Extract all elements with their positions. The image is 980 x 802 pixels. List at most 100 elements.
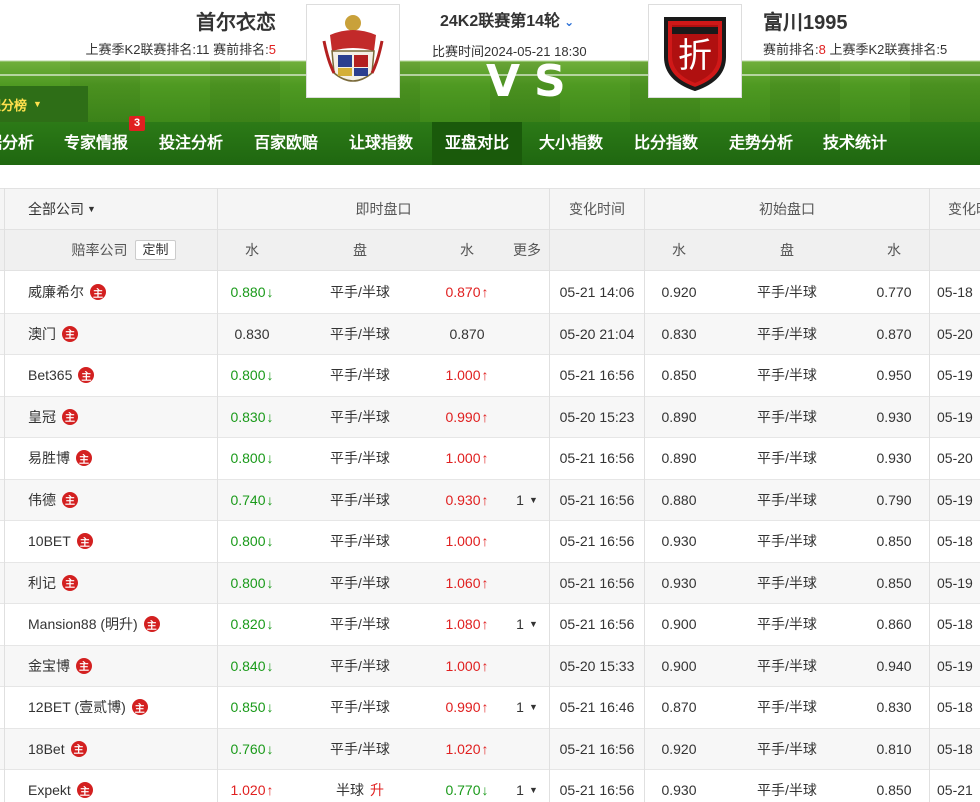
company-name-cell[interactable]: Bet365 主 [28,355,95,396]
live-water1[interactable]: 0.800 ↓ [218,355,286,396]
live-water1[interactable]: 0.800 ↓ [218,438,286,479]
live-water2[interactable]: 0.990 ↑ [430,397,504,438]
live-water1[interactable]: 0.840 ↓ [218,646,286,687]
live-water1[interactable]: 0.820 ↓ [218,604,286,645]
live-handicap[interactable]: 平手/半球 [300,397,420,438]
table-row[interactable]: 伟德主 0.740 ↓ 平手/半球 0.930 ↑ 1 ▼ 05-21 16:56 0.880 平手… [0,479,980,521]
company-name[interactable]: Mansion88 (明升) [28,614,138,634]
live-handicap[interactable]: 平手/半球 [300,480,420,521]
live-water2[interactable]: 1.000 ↑ [430,521,504,562]
live-water1[interactable]: 0.880 ↓ [218,272,286,313]
tab-asian-handicap[interactable]: 亚盘对比 [432,122,522,165]
table-row[interactable]: Mansion88 (明升) 主 0.820 ↓ 平手/半球 1.080 ↑ 1 ▼ 05-21 … [0,604,980,646]
company-name[interactable]: 12BET (壹贰博) [28,697,126,717]
company-name-cell[interactable]: 12BET (壹贰博) 主 [28,687,148,728]
company-name-cell[interactable]: 澳门主 [28,314,78,355]
table-row[interactable]: 18Bet 主 0.760 ↓ 平手/半球 1.020 ↑ 05-21 16:56 0.920 平… [0,728,980,770]
live-handicap[interactable]: 平手/半球 [300,521,420,562]
company-name-cell[interactable]: 易胜博主 [28,438,92,479]
company-name-cell[interactable]: Expekt 主 [28,770,93,802]
company-name-cell[interactable]: 威廉希尔主 [28,272,106,313]
company-name[interactable]: 皇冠 [28,407,56,427]
home-team-name[interactable]: 首尔衣恋 [196,6,276,35]
live-handicap[interactable]: 平手/半球 [300,438,420,479]
more-dropdown[interactable]: 1 ▼ [505,604,549,645]
company-name[interactable]: 10BET [28,533,71,549]
company-name[interactable]: 18Bet [28,741,65,757]
table-row[interactable]: 澳门主 0.830 平手/半球 0.870 05-20 21:04 0.830 平手/半球 0… [0,313,980,355]
company-name[interactable]: 伟德 [28,490,56,510]
live-water2[interactable]: 1.080 ↑ [430,604,504,645]
table-row[interactable]: 易胜博主 0.800 ↓ 平手/半球 1.000 ↑ 05-21 16:56 0.890 平手/… [0,438,980,480]
live-water2[interactable]: 0.930 ↑ [430,480,504,521]
tab-data-analysis[interactable]: 数据分析 [0,122,34,165]
tab-score-index[interactable]: 比分指数 [634,122,698,165]
table-row[interactable]: 皇冠主 0.830 ↓ 平手/半球 0.990 ↑ 05-20 15:23 0.890 平手/半… [0,396,980,438]
table-row[interactable]: 10BET 主 0.800 ↓ 平手/半球 1.000 ↑ 05-21 16:56 0.930 平… [0,521,980,563]
live-handicap[interactable]: 平手/半球 [300,687,420,728]
live-water1[interactable]: 0.800 ↓ [218,521,286,562]
company-name-cell[interactable]: 金宝博主 [28,646,92,687]
table-row[interactable]: 12BET (壹贰博) 主 0.850 ↓ 平手/半球 0.990 ↑ 1 ▼ 05-21 16:… [0,687,980,729]
tab-european-odds[interactable]: 百家欧赔 [254,122,318,165]
standings-tab[interactable]: 积分榜 ▼ [0,86,88,122]
company-name[interactable]: Bet365 [28,367,72,383]
away-team-logo[interactable]: 折 [648,4,742,98]
live-handicap[interactable]: 平手/半球 [300,355,420,396]
table-row[interactable]: Expekt 主 1.020 ↑ 半球升 0.770 ↓ 1 ▼ 05-21 16:56 0.930… [0,770,980,802]
company-name-cell[interactable]: 18Bet 主 [28,729,87,770]
table-row[interactable]: 金宝博主 0.840 ↓ 平手/半球 1.000 ↑ 05-20 15:33 0.900 平手/… [0,645,980,687]
company-name[interactable]: Expekt [28,782,71,798]
company-name-cell[interactable]: 10BET 主 [28,521,93,562]
customize-button[interactable]: 定制 [135,240,176,260]
live-handicap[interactable]: 平手/半球 [300,604,420,645]
company-filter-dropdown[interactable]: 全部公司 ▼ [0,189,217,229]
live-water2[interactable]: 1.000 ↑ [430,355,504,396]
more-dropdown[interactable]: 1 ▼ [505,687,549,728]
tab-tech-stats[interactable]: 技术统计 [823,122,887,165]
company-name-cell[interactable]: 伟德主 [28,480,78,521]
live-water2[interactable]: 1.000 ↑ [430,646,504,687]
live-water2[interactable]: 1.000 ↑ [430,438,504,479]
more-dropdown[interactable]: 1 ▼ [505,480,549,521]
tab-handicap-index[interactable]: 让球指数 [349,122,413,165]
company-name[interactable]: 澳门 [28,324,56,344]
company-name-cell[interactable]: 皇冠主 [28,397,78,438]
live-handicap[interactable]: 平手/半球 [300,272,420,313]
company-name[interactable]: 利记 [28,573,56,593]
live-water1[interactable]: 1.020 ↑ [218,770,286,802]
tab-over-under[interactable]: 大小指数 [539,122,603,165]
home-team-logo[interactable] [306,4,400,98]
tab-expert-intel[interactable]: 专家情报 3 [64,116,145,165]
tab-trend-analysis[interactable]: 走势分析 [729,122,793,165]
company-name[interactable]: 易胜博 [28,448,70,468]
live-water1[interactable]: 0.830 [218,314,286,355]
tab-betting-analysis[interactable]: 投注分析 [159,122,223,165]
live-handicap[interactable]: 半球升 [300,770,420,802]
table-row[interactable]: 威廉希尔主 0.880 ↓ 平手/半球 0.870 ↑ 05-21 14:06 0.920 平手… [0,272,980,314]
more-dropdown[interactable]: 1 ▼ [505,770,549,802]
live-water1[interactable]: 0.800 ↓ [218,563,286,604]
match-round-select[interactable]: 24K2联赛第14轮 ⌄ [440,7,610,31]
live-water2[interactable]: 0.870 [430,314,504,355]
live-water1[interactable]: 0.740 ↓ [218,480,286,521]
live-water2[interactable]: 1.020 ↑ [430,729,504,770]
live-handicap[interactable]: 平手/半球 [300,314,420,355]
company-name-cell[interactable]: 利记主 [28,563,78,604]
away-team-name[interactable]: 富川1995 [763,6,848,35]
live-water2[interactable]: 0.990 ↑ [430,687,504,728]
company-name[interactable]: 金宝博 [28,656,70,676]
company-name-cell[interactable]: Mansion88 (明升) 主 [28,604,160,645]
live-water1[interactable]: 0.830 ↓ [218,397,286,438]
live-water2[interactable]: 0.870 ↑ [430,272,504,313]
table-row[interactable]: Bet365 主 0.800 ↓ 平手/半球 1.000 ↑ 05-21 16:56 0.850… [0,355,980,397]
live-handicap[interactable]: 平手/半球 [300,729,420,770]
live-water1[interactable]: 0.850 ↓ [218,687,286,728]
live-handicap[interactable]: 平手/半球 [300,646,420,687]
live-water2[interactable]: 1.060 ↑ [430,563,504,604]
live-handicap[interactable]: 平手/半球 [300,563,420,604]
live-water1[interactable]: 0.760 ↓ [218,729,286,770]
table-row[interactable]: 利记主 0.800 ↓ 平手/半球 1.060 ↑ 05-21 16:56 0.930 平手/半… [0,562,980,604]
live-water2[interactable]: 0.770 ↓ [430,770,504,802]
company-name[interactable]: 威廉希尔 [28,282,84,302]
